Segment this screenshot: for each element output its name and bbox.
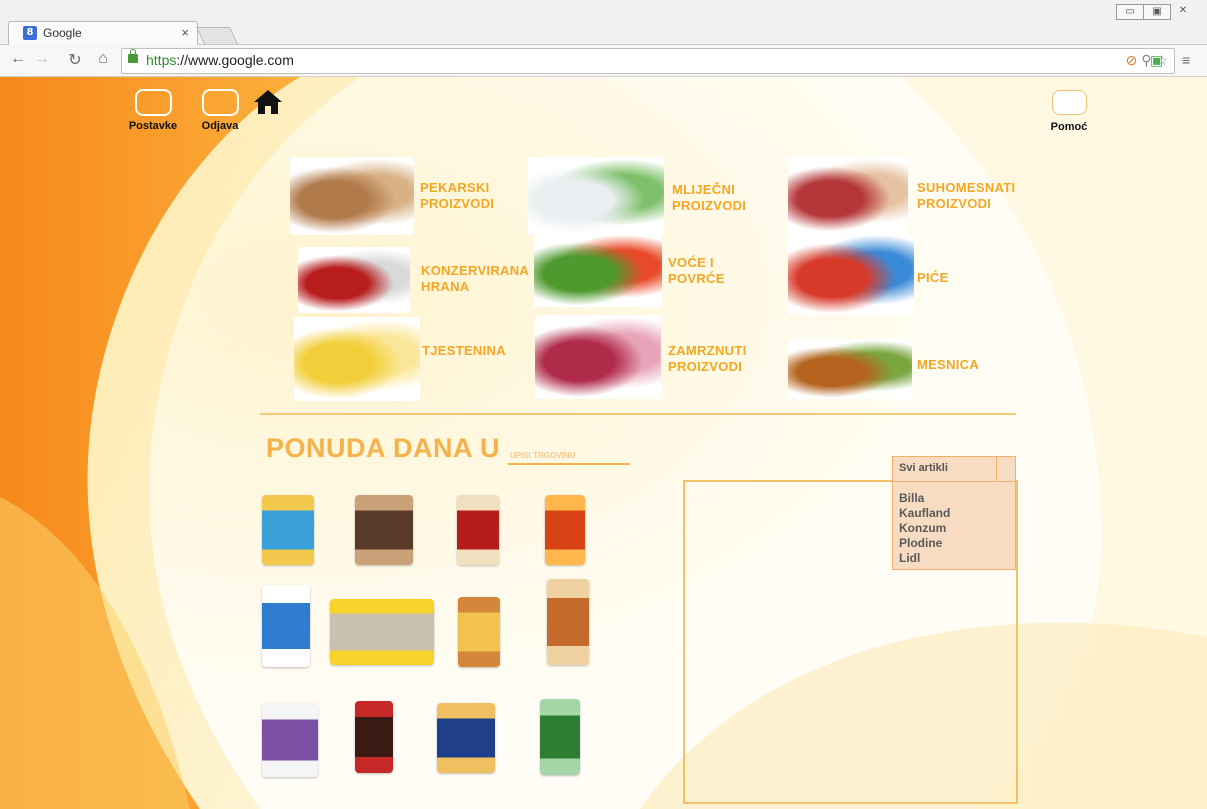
- vegeta-bag-image[interactable]: [262, 585, 310, 667]
- help-label: Pomoć: [1050, 121, 1088, 133]
- dropdown-toggle[interactable]: [996, 457, 1015, 481]
- settings-icon: [134, 89, 172, 116]
- category-label[interactable]: MESNICA: [917, 357, 997, 373]
- bread-bag-image[interactable]: [547, 579, 589, 665]
- maximize-button[interactable]: ▣: [1143, 4, 1171, 20]
- pickles-jar-image[interactable]: [540, 699, 580, 775]
- logout-icon: [201, 89, 239, 116]
- extension-icon[interactable]: ▣: [1150, 52, 1163, 69]
- minimize-button[interactable]: ▭: [1116, 4, 1144, 20]
- store-select-header[interactable]: Svi artikli: [893, 457, 1015, 482]
- close-window-button[interactable]: ✕: [1170, 4, 1196, 18]
- new-tab-button[interactable]: [196, 27, 238, 44]
- store-select-value: Svi artikli: [899, 462, 948, 474]
- category-label[interactable]: KONZERVIRANA HRANA: [421, 263, 539, 295]
- category-label[interactable]: VOĆE I POVRĆE: [668, 255, 748, 287]
- egg-carton-image[interactable]: [330, 599, 434, 665]
- pasta-box-image[interactable]: [437, 703, 495, 773]
- settings-label: Postavke: [128, 120, 178, 132]
- address-bar[interactable]: https://www.google.com ⊘ ⚲ ☆: [121, 48, 1175, 74]
- dairy-image[interactable]: [528, 157, 664, 235]
- sauce-jar-image[interactable]: [545, 495, 585, 565]
- help-icon: [1051, 90, 1087, 115]
- offer-title: PONUDA DANA U: [266, 433, 500, 463]
- page-content: Postavke Odjava Pomoć PEKARSKI PROIZVODI…: [0, 77, 1207, 809]
- google-favicon-icon: 8: [23, 26, 37, 40]
- lock-icon: [128, 49, 138, 63]
- divider: [260, 413, 1016, 415]
- coffee-jar-image[interactable]: [355, 701, 393, 773]
- frozen-berries-image[interactable]: [535, 315, 661, 399]
- store-option[interactable]: Kaufland: [899, 506, 1015, 521]
- browser-titlebar: 8 Google × ▭ ▣ ✕: [0, 0, 1207, 45]
- forward-arrow-icon[interactable]: →: [32, 50, 52, 68]
- tab-close-icon[interactable]: ×: [181, 25, 189, 40]
- flour-box-image[interactable]: [457, 495, 499, 565]
- drinks-image[interactable]: [788, 233, 914, 315]
- store-select[interactable]: Svi artikli Billa Kaufland Konzum Plodin…: [892, 456, 1016, 570]
- cereal-box-image[interactable]: [355, 495, 413, 565]
- category-label[interactable]: PEKARSKI PROIZVODI: [420, 180, 520, 212]
- home-icon[interactable]: [253, 89, 283, 115]
- yogurt-cup-image[interactable]: [262, 703, 318, 777]
- help-button[interactable]: Pomoć: [1046, 90, 1092, 133]
- category-label[interactable]: PIĆE: [917, 270, 957, 286]
- store-option[interactable]: Billa: [899, 491, 1015, 506]
- url-text: https://www.google.com: [146, 52, 294, 68]
- polenta-bag-image[interactable]: [458, 597, 500, 667]
- browser-tab[interactable]: 8 Google ×: [8, 21, 198, 45]
- menu-icon[interactable]: ≡: [1182, 52, 1190, 68]
- fruit-vegetables-image[interactable]: [534, 233, 662, 307]
- roast-chicken-image[interactable]: [788, 339, 912, 399]
- cured-meat-image[interactable]: [788, 157, 908, 233]
- category-label[interactable]: TJESTENINA: [422, 343, 522, 359]
- back-arrow-icon[interactable]: ←: [8, 50, 28, 68]
- home-icon[interactable]: ⌂: [93, 50, 113, 68]
- logout-label: Odjava: [201, 120, 239, 132]
- store-option[interactable]: Konzum: [899, 521, 1015, 536]
- bread-image[interactable]: [290, 157, 414, 235]
- tab-title: Google: [43, 26, 82, 40]
- pasta-image[interactable]: [294, 317, 420, 401]
- browser-toolbar: ← → ↻ ⌂ https://www.google.com ⊘ ⚲ ☆ ▣ ≡: [0, 45, 1207, 77]
- category-label[interactable]: ZAMRZNUTI PROIZVODI: [668, 343, 768, 375]
- category-label[interactable]: MLIJEČNI PROIZVODI: [672, 182, 762, 214]
- canned-food-image[interactable]: [298, 247, 410, 313]
- store-options: Billa Kaufland Konzum Plodine Lidl: [893, 482, 1015, 566]
- settings-button[interactable]: Postavke: [124, 89, 182, 132]
- logout-button[interactable]: Odjava: [198, 89, 242, 132]
- store-input[interactable]: [508, 448, 630, 465]
- blocked-content-icon[interactable]: ⊘: [1126, 52, 1138, 68]
- cereal-box-image[interactable]: [262, 495, 314, 565]
- category-label[interactable]: SUHOMESNATI PROIZVODI: [917, 180, 1037, 212]
- store-option[interactable]: Plodine: [899, 536, 1015, 551]
- reload-icon[interactable]: ↻: [65, 50, 85, 70]
- store-option[interactable]: Lidl: [899, 551, 1015, 566]
